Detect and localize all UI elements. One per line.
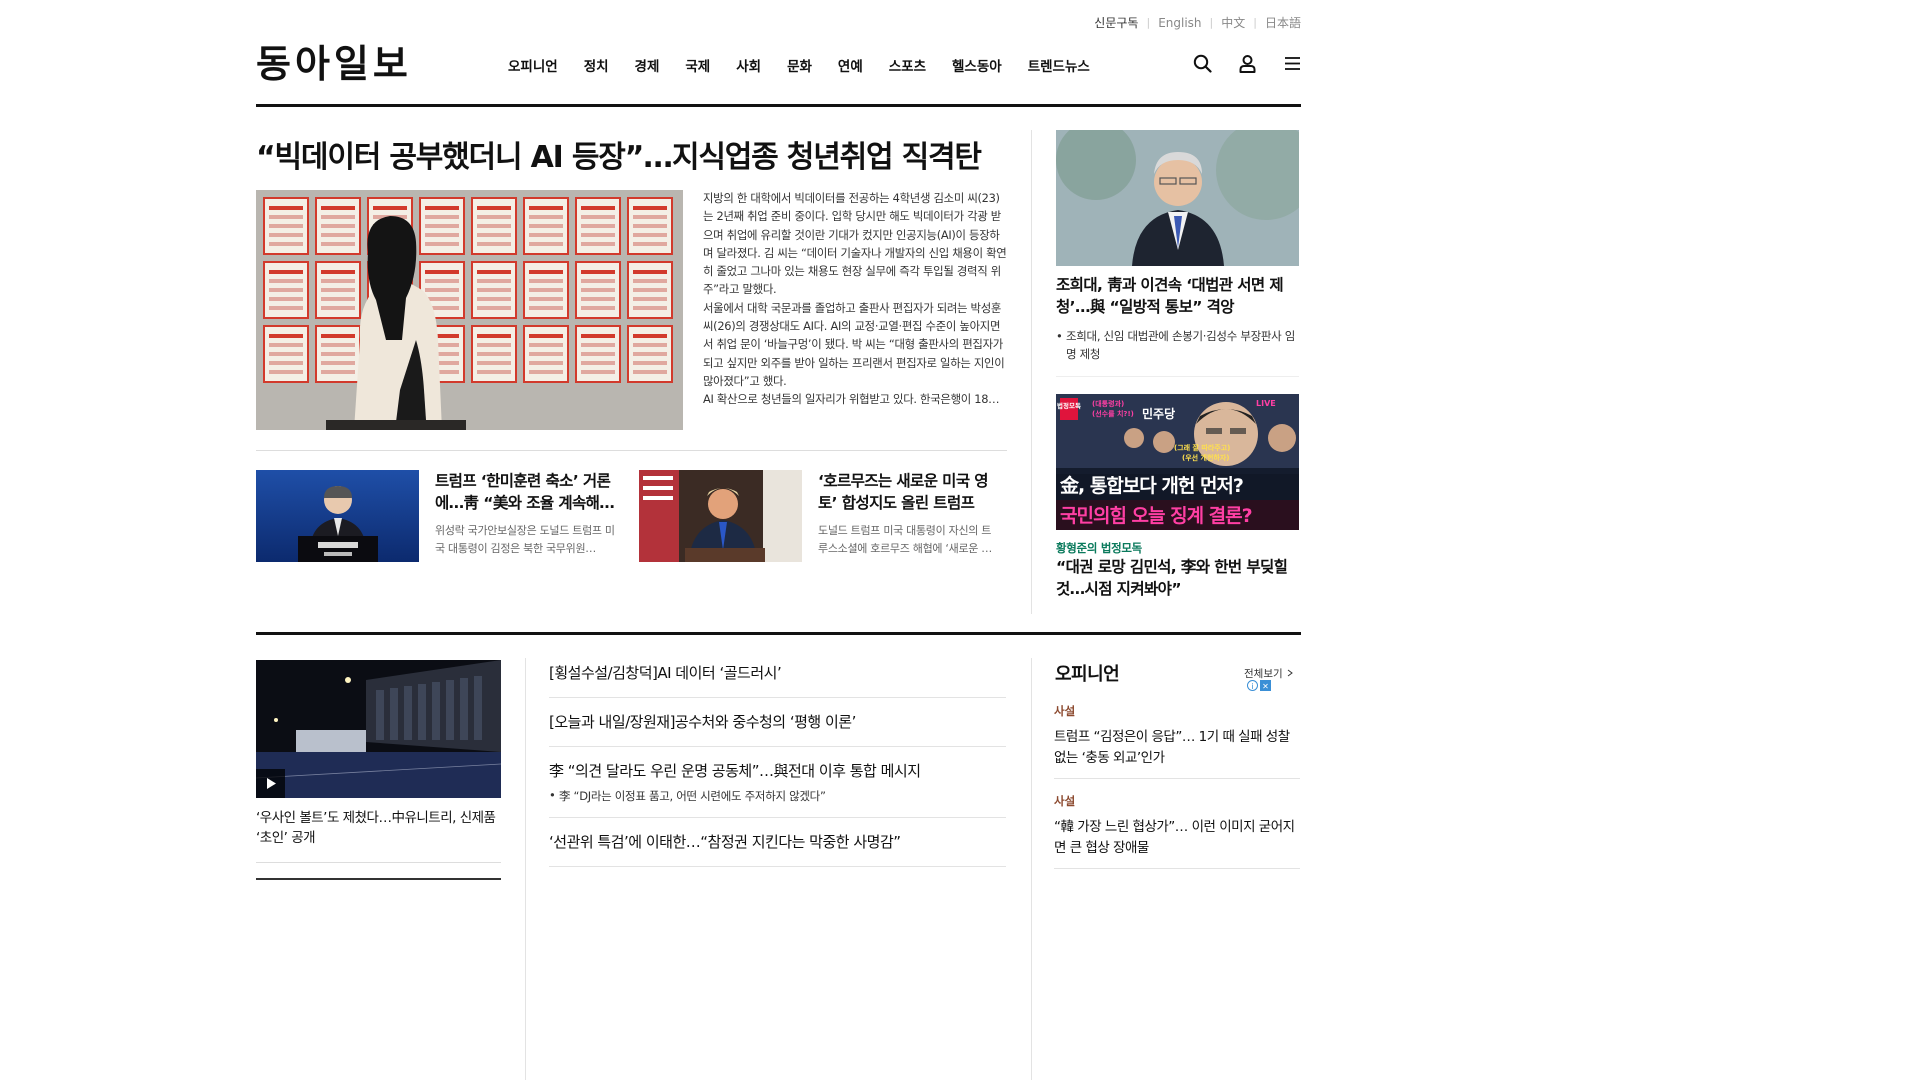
video-thumbnail[interactable] — [256, 660, 501, 798]
sub-story-photo[interactable] — [256, 470, 419, 562]
promo-badge: 법정모독 — [1057, 401, 1081, 410]
summary-paragraph: 서울에서 대학 국문과를 졸업하고 출판사 편집자가 되려는 박성훈 씨(26)… — [703, 300, 1005, 388]
promo-tag: (우선 개헌하자) — [1182, 453, 1229, 462]
list-item-bullet[interactable]: 李 “DJ라는 이정표 품고, 어떤 시련에도 주저하지 않겠다” — [549, 788, 1006, 804]
nav-item-society[interactable]: 사회 — [736, 55, 761, 75]
right-story-bullet[interactable]: 조희대, 신임 대법관에 손봉기·김성수 부장판사 임명 제청 — [1056, 327, 1301, 363]
site-logo[interactable]: 동아일보 — [256, 42, 412, 86]
view-all-label: 전체보기 — [1244, 668, 1283, 680]
nav-item-opinion[interactable]: 오피니언 — [508, 55, 558, 75]
opinion-kicker[interactable]: 사설 — [1054, 703, 1300, 719]
nav-item-culture[interactable]: 문화 — [787, 55, 812, 75]
play-icon — [266, 778, 276, 789]
chinese-link[interactable]: 中文 — [1221, 14, 1245, 31]
top-story-summary: 지방의 한 대학에서 빅데이터를 전공하는 4학년생 김소미 씨(23)는 2년… — [703, 189, 1008, 409]
nav-item-economy[interactable]: 경제 — [635, 55, 660, 75]
close-icon[interactable]: ✕ — [1260, 680, 1271, 691]
opinion-item[interactable]: 사설 트럼프 “김정은이 응답”… 1기 때 실패 성찰 없는 ‘충동 외교’인… — [1054, 703, 1300, 769]
column-divider — [1031, 658, 1032, 1080]
promo-headline: 국민의힘 오늘 징계 결론? — [1060, 505, 1252, 527]
divider: | — [1253, 16, 1257, 29]
video-story-title[interactable]: ‘우사인 볼트’도 제쳤다…中유니트리, 신제품 ‘초인’ 공개 — [256, 808, 501, 848]
promo-tag: (대통령과) — [1092, 399, 1124, 408]
divider: | — [1146, 16, 1151, 29]
list-item[interactable]: [오늘과 내일/장원재]공수처와 중수청의 ‘평행 이론’ — [549, 698, 1006, 747]
section-divider — [256, 632, 1301, 635]
japanese-link[interactable]: 日本語 — [1265, 14, 1301, 31]
list-item-title[interactable]: ‘선관위 특검’에 이태한…“참정권 지킨다는 막중한 사명감” — [549, 831, 1006, 853]
nav-item-sports[interactable]: 스포츠 — [889, 55, 926, 75]
right-story-kicker[interactable]: 황형준의 법정모독 — [1056, 540, 1142, 556]
opinion-view-all-link[interactable]: 전체보기 — [1244, 666, 1294, 681]
sub-story-desc: 위성락 국가안보실장은 도널드 트럼프 미국 대통령이 김정은 북한 국무위원… — [435, 524, 615, 555]
english-link[interactable]: English — [1158, 16, 1201, 30]
column-divider — [525, 658, 526, 1080]
info-icon[interactable]: i — [1247, 680, 1258, 691]
promo-tag: (그래 잘 따라주고) — [1174, 443, 1230, 452]
opinion-kicker[interactable]: 사설 — [1054, 793, 1300, 809]
search-icon[interactable] — [1193, 54, 1212, 73]
promo-tag: (선수를 치?!) — [1092, 409, 1134, 418]
nav-item-trend-news[interactable]: 트렌드뉴스 — [1028, 55, 1090, 75]
promo-headline: 金, 통합보다 개헌 먼저? — [1059, 474, 1243, 497]
sub-story-title[interactable]: ‘호르무즈는 새로운 미국 영토’ 합성지도 올린 트럼프 — [818, 470, 1000, 514]
chevron-right-icon — [1286, 668, 1294, 680]
divider — [256, 878, 501, 880]
right-story-photo[interactable] — [1056, 130, 1299, 266]
divider — [256, 862, 501, 863]
user-icon[interactable] — [1238, 54, 1257, 73]
sub-story-photo[interactable] — [639, 470, 802, 562]
main-nav: 오피니언 정치 경제 국제 사회 문화 연예 스포츠 헬스동아 트렌드뉴스 — [508, 55, 1116, 75]
column-divider — [1031, 130, 1032, 614]
nav-item-politics[interactable]: 정치 — [584, 55, 609, 75]
divider: | — [1209, 16, 1214, 29]
header-divider — [256, 104, 1301, 107]
opinion-item[interactable]: 사설 “韓 가장 느린 협상가”… 이런 이미지 굳어지면 큰 협상 장애물 — [1054, 793, 1300, 859]
nav-item-entertainment[interactable]: 연예 — [838, 55, 863, 75]
list-item[interactable]: [횡설수설/김창덕]AI 데이터 ‘골드러시’ — [549, 658, 1006, 698]
play-button[interactable] — [256, 769, 285, 798]
sub-story-card[interactable]: 트럼프 ‘한미훈련 축소’ 거론에…靑 “美와 조율 계속해 … 위성락 국가안… — [256, 470, 626, 565]
nav-item-international[interactable]: 국제 — [685, 55, 710, 75]
utility-links: 신문구독 | English | 中文 | 日本語 — [1094, 14, 1301, 31]
headline-list: [횡설수설/김창덕]AI 데이터 ‘골드러시’ [오늘과 내일/장원재]공수처와… — [549, 658, 1006, 867]
sub-story-desc: 도널드 트럼프 미국 대통령이 자신의 트루스소셜에 호르무즈 해협에 ‘새로운… — [818, 524, 992, 555]
top-story-photo[interactable] — [256, 190, 683, 430]
list-item[interactable]: 李 “의견 달라도 우린 운명 공동체”…與전대 이후 통합 메시지 李 “DJ… — [549, 747, 1006, 818]
menu-icon[interactable] — [1283, 54, 1302, 73]
divider — [1054, 868, 1300, 869]
live-badge: LIVE — [1256, 399, 1276, 408]
divider — [1054, 778, 1300, 779]
header-tools — [1193, 54, 1302, 73]
list-item-title[interactable]: [횡설수설/김창덕]AI 데이터 ‘골드러시’ — [549, 662, 1006, 684]
promo-tag: 민주당 — [1142, 406, 1175, 421]
summary-paragraph: AI 확산으로 청년들의 일자리가 위협받고 있다. 한국은행이 18… — [703, 392, 1000, 407]
list-item[interactable]: ‘선관위 특검’에 이태한…“참정권 지킨다는 막중한 사명감” — [549, 818, 1006, 867]
opinion-heading[interactable]: 오피니언 — [1055, 660, 1120, 686]
right-story-title[interactable]: “대권 로망 김민석, 李와 한번 부딪힐 것…시점 지켜봐야” — [1056, 556, 1301, 600]
sub-story-title[interactable]: 트럼프 ‘한미훈련 축소’ 거론에…靑 “美와 조율 계속해 … — [435, 470, 617, 514]
nav-item-health[interactable]: 헬스동아 — [952, 55, 1002, 75]
sub-story-card[interactable]: ‘호르무즈는 새로운 미국 영토’ 합성지도 올린 트럼프 도널드 트럼프 미국… — [639, 470, 1009, 565]
divider — [256, 450, 1007, 451]
list-item-title[interactable]: 李 “의견 달라도 우린 운명 공동체”…與전대 이후 통합 메시지 — [549, 760, 1006, 782]
opinion-title[interactable]: “韓 가장 느린 협상가”… 이런 이미지 굳어지면 큰 협상 장애물 — [1054, 817, 1300, 859]
list-item-title[interactable]: [오늘과 내일/장원재]공수처와 중수청의 ‘평행 이론’ — [549, 711, 1006, 733]
divider — [1056, 376, 1299, 377]
opinion-title[interactable]: 트럼프 “김정은이 응답”… 1기 때 실패 성찰 없는 ‘충동 외교’인가 — [1054, 727, 1300, 769]
promo-video-thumbnail[interactable]: 법정모독 (대통령과) (선수를 치?!) 민주당 LIVE (그래 잘 따라주… — [1056, 394, 1299, 530]
subscribe-link[interactable]: 신문구독 — [1094, 14, 1138, 31]
ad-choices[interactable]: i ✕ — [1247, 680, 1271, 691]
summary-paragraph: 지방의 한 대학에서 빅데이터를 전공하는 4학년생 김소미 씨(23)는 2년… — [703, 191, 1007, 297]
top-story-title[interactable]: “빅데이터 공부했더니 AI 등장”…지식업종 청년취업 직격탄 — [256, 132, 982, 176]
right-story-title[interactable]: 조희대, 靑과 이견속 ‘대법관 서면 제청’…與 “일방적 통보” 격앙 — [1056, 274, 1301, 318]
